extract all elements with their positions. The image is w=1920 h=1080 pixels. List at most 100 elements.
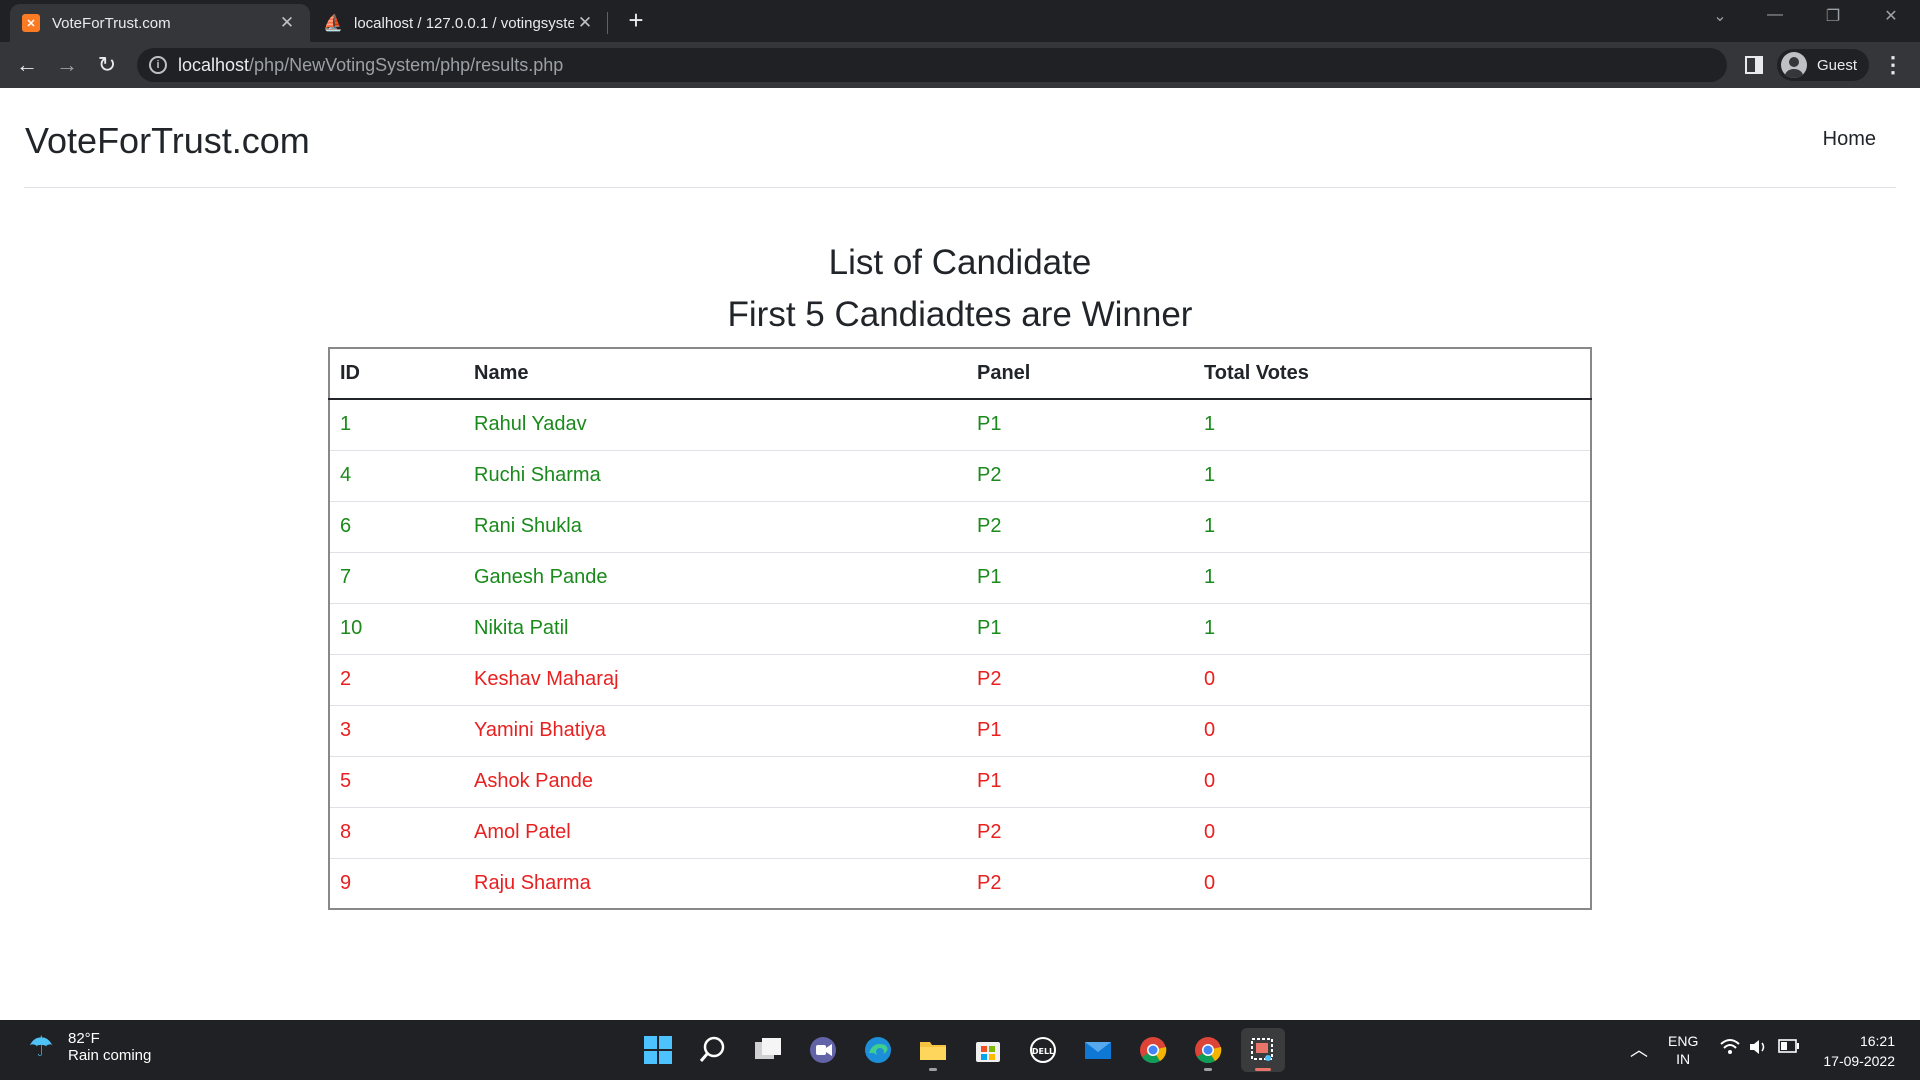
cell-total-votes: 1: [1194, 603, 1591, 655]
address-bar[interactable]: i localhost/php/NewVotingSystem/php/resu…: [137, 48, 1727, 82]
cell-panel: P2: [967, 501, 1194, 553]
running-indicator: [1204, 1068, 1212, 1071]
chrome-icon[interactable]: [1186, 1028, 1230, 1072]
language-code: ENG: [1668, 1033, 1699, 1049]
search-icon[interactable]: [691, 1028, 735, 1072]
task-view-icon[interactable]: [746, 1028, 790, 1072]
phpmyadmin-icon: ⛵: [323, 15, 343, 32]
url-host: localhost: [178, 55, 250, 75]
cell-id: 5: [329, 756, 464, 808]
weather-temperature: 82°F: [68, 1030, 100, 1047]
dell-icon[interactable]: DELL: [1021, 1028, 1065, 1072]
teams-chat-icon[interactable]: [801, 1028, 845, 1072]
table-row: 10 Nikita Patil P1 1: [329, 603, 1591, 655]
battery-icon[interactable]: [1778, 1039, 1800, 1056]
cell-name: Rani Shukla: [464, 501, 967, 553]
windows-taskbar: ☂ 82°F Rain coming DELL ︿ ENG IN 16:21 1…: [0, 1020, 1920, 1080]
active-indicator: [1255, 1068, 1271, 1071]
results-table: ID Name Panel Total Votes 1 Rahul Yadav P1…: [328, 347, 1592, 910]
results-table-body: 1 Rahul Yadav P1 1 4 Ruchi Sharma P2 1 6 Rani Shu…: [329, 399, 1591, 909]
page-title: List of Candidate: [828, 243, 1092, 282]
cell-panel: P1: [967, 705, 1194, 757]
cell-name: Nikita Patil: [464, 603, 967, 655]
cell-total-votes: 1: [1194, 552, 1591, 604]
menu-kebab-icon[interactable]: ⋮: [1882, 52, 1904, 78]
column-header-name: Name: [464, 348, 967, 400]
cell-name: Ashok Pande: [464, 756, 967, 808]
tab-voteforttrust[interactable]: ✕ VoteForTrust.com ✕: [10, 4, 310, 42]
cell-panel: P1: [967, 552, 1194, 604]
svg-text:DELL: DELL: [1032, 1047, 1054, 1056]
taskbar-apps: DELL: [636, 1028, 1296, 1072]
table-row: 9 Raju Sharma P2 0: [329, 858, 1591, 909]
column-header-panel: Panel: [967, 348, 1194, 400]
chevron-up-icon[interactable]: ︿: [1630, 1036, 1648, 1062]
cell-total-votes: 0: [1204, 871, 1216, 894]
forward-button[interactable]: →: [52, 50, 82, 80]
cell-panel: P1: [967, 756, 1194, 808]
snipping-tool-icon[interactable]: [1241, 1028, 1285, 1072]
cell-total-votes: 0: [1194, 807, 1591, 859]
cell-total-votes: 1: [1194, 450, 1591, 502]
site-info-icon[interactable]: i: [149, 56, 167, 74]
tab-search-icon[interactable]: ⌄: [1705, 6, 1735, 26]
tab-phpmyadmin[interactable]: ⛵ localhost / 127.0.0.1 / votingsyste ✕: [312, 4, 608, 42]
side-panel-icon[interactable]: [1745, 56, 1763, 74]
cell-name: Yamini Bhatiya: [464, 705, 967, 757]
cell-total-votes: 1: [1194, 399, 1591, 451]
store-icon[interactable]: [966, 1028, 1010, 1072]
volume-icon[interactable]: [1748, 1038, 1768, 1059]
clock[interactable]: 16:21 17-09-2022: [1815, 1031, 1895, 1071]
column-header-total-votes: Total Votes: [1194, 348, 1591, 400]
close-tab-icon[interactable]: ✕: [574, 13, 596, 33]
cell-id: 2: [329, 654, 464, 706]
edge-icon[interactable]: [856, 1028, 900, 1072]
clock-date: 17-09-2022: [1823, 1053, 1895, 1069]
restore-button[interactable]: ❐: [1818, 6, 1848, 26]
cell-total-votes: 0: [1194, 756, 1591, 808]
profile-button[interactable]: Guest: [1777, 49, 1869, 81]
chrome-icon[interactable]: [1131, 1028, 1175, 1072]
language-indicator[interactable]: ENG IN: [1668, 1032, 1698, 1068]
nav-home-link[interactable]: Home: [1823, 128, 1876, 151]
close-window-button[interactable]: ✕: [1876, 6, 1906, 26]
cell-total-votes: 1: [1194, 501, 1591, 553]
table-row: 6 Rani Shukla P2 1: [329, 501, 1591, 553]
table-row: 2 Keshav Maharaj P2 0: [329, 654, 1591, 706]
weather-widget[interactable]: ☂ 82°F Rain coming: [24, 1030, 151, 1064]
cell-panel: P2: [967, 807, 1194, 859]
browser-toolbar: ← → ↻ i localhost/php/NewVotingSystem/ph…: [0, 42, 1920, 88]
cell-panel: P1: [967, 399, 1194, 451]
table-row: 8 Amol Patel P2 0: [329, 807, 1591, 859]
site-header: VoteForTrust.com Home: [24, 88, 1896, 188]
tab-title: localhost / 127.0.0.1 / votingsyste: [354, 14, 574, 32]
cell-id: 1: [329, 399, 464, 451]
cell-name: Rahul Yadav: [464, 399, 967, 451]
cell-total-votes: 0: [1194, 705, 1591, 757]
close-tab-icon[interactable]: ✕: [276, 13, 298, 33]
reload-button[interactable]: ↻: [92, 50, 122, 80]
table-header-row: ID Name Panel Total Votes: [329, 348, 1591, 400]
cell-panel: P2: [977, 871, 1002, 894]
table-row: 5 Ashok Pande P1 0: [329, 756, 1591, 808]
region-code: IN: [1676, 1051, 1691, 1067]
cell-id: 7: [329, 552, 464, 604]
url-text[interactable]: localhost/php/NewVotingSystem/php/result…: [178, 55, 563, 76]
mail-icon[interactable]: [1076, 1028, 1120, 1072]
windows-start-icon[interactable]: [636, 1028, 680, 1072]
table-row: 1 Rahul Yadav P1 1: [329, 399, 1591, 451]
file-explorer-icon[interactable]: [911, 1028, 955, 1072]
minimize-button[interactable]: —: [1760, 6, 1790, 24]
cell-id: 3: [329, 705, 464, 757]
site-brand[interactable]: VoteForTrust.com: [25, 120, 310, 162]
profile-label: Guest: [1817, 56, 1858, 74]
column-header-id: ID: [329, 348, 464, 400]
weather-condition: Rain coming: [68, 1047, 152, 1064]
cell-total-votes: 0: [1194, 654, 1591, 706]
new-tab-button[interactable]: +: [622, 6, 650, 34]
back-button[interactable]: ←: [12, 50, 42, 80]
cell-name: Ruchi Sharma: [464, 450, 967, 502]
cell-panel: P2: [967, 450, 1194, 502]
wifi-icon[interactable]: [1720, 1038, 1740, 1059]
url-path: /php/NewVotingSystem/php/results.php: [249, 55, 564, 75]
